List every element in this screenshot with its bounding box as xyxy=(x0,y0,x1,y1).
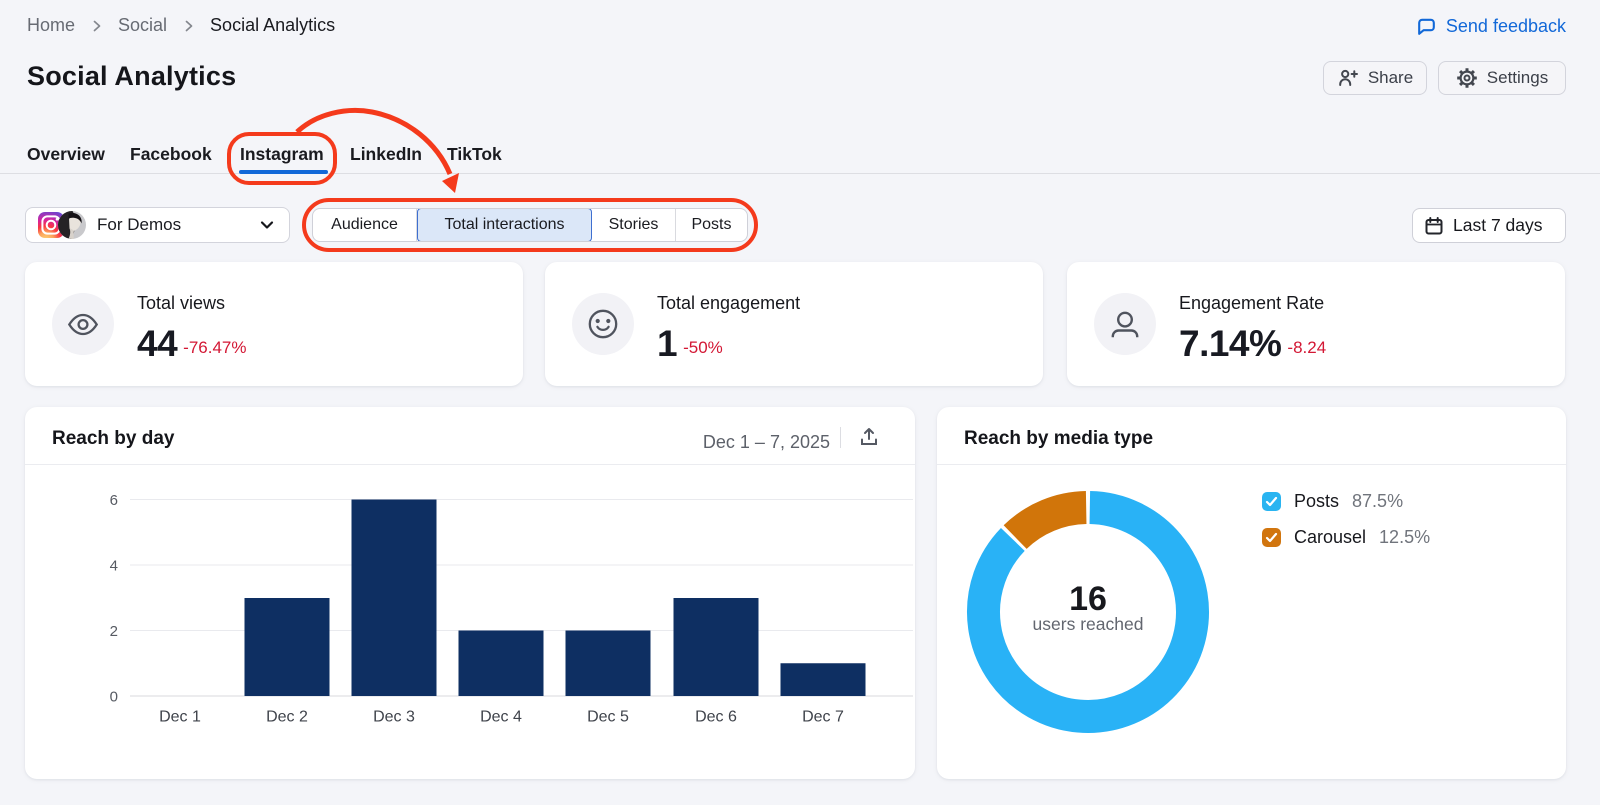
svg-text:Dec 5: Dec 5 xyxy=(587,709,629,726)
svg-text:Dec 3: Dec 3 xyxy=(373,709,415,726)
svg-text:Dec 2: Dec 2 xyxy=(266,709,308,726)
svg-text:Dec 1: Dec 1 xyxy=(159,709,201,726)
svg-text:Dec 7: Dec 7 xyxy=(802,709,844,726)
svg-text:2: 2 xyxy=(110,623,118,640)
svg-text:0: 0 xyxy=(110,689,118,706)
svg-text:6: 6 xyxy=(110,492,118,509)
svg-text:4: 4 xyxy=(110,558,118,575)
svg-text:Dec 4: Dec 4 xyxy=(480,709,522,726)
svg-text:Dec 6: Dec 6 xyxy=(695,709,737,726)
